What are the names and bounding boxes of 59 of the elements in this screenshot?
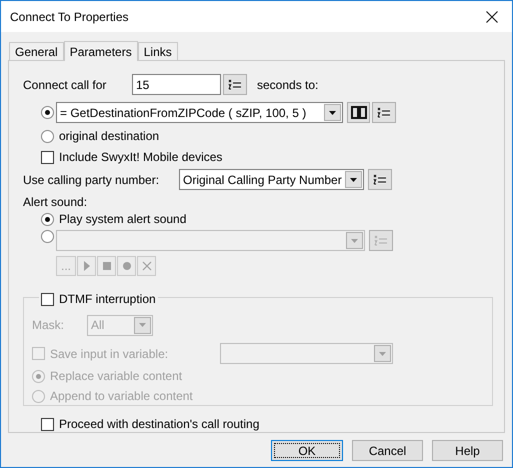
tab[interactable]: Links	[138, 42, 178, 60]
caret-icon	[329, 110, 336, 114]
record-icon	[122, 261, 132, 271]
radio-label: Play system alert sound	[59, 213, 186, 226]
tab[interactable]: Parameters	[64, 41, 138, 61]
dialog-button[interactable]: Cancel	[352, 440, 423, 461]
dropdown-button[interactable]	[324, 104, 341, 121]
radio-button[interactable]	[32, 390, 45, 402]
close-icon	[486, 10, 498, 22]
radio-button[interactable]	[32, 370, 45, 382]
section-label: Alert sound:	[23, 194, 88, 211]
record-button[interactable]	[117, 256, 136, 276]
delete-icon	[142, 261, 152, 271]
list-icon	[374, 234, 388, 246]
caret-icon	[379, 352, 386, 356]
radio-label: Append to variable content	[50, 388, 193, 405]
radio-button[interactable]	[41, 130, 54, 142]
caret-icon	[139, 323, 146, 327]
checkbox-label: Include SwyxIt! Mobile devices	[59, 149, 222, 166]
dialog-button[interactable]: Help	[432, 440, 503, 461]
variable-combo[interactable]	[220, 343, 393, 364]
radio-button[interactable]	[41, 230, 54, 243]
caret-icon	[350, 178, 357, 182]
seconds-field[interactable]: 15	[132, 74, 221, 95]
radio-button[interactable]	[41, 106, 54, 119]
address-book-button[interactable]	[347, 102, 370, 123]
radio-label: Replace variable content	[50, 368, 182, 385]
checkbox-label: Save input in variable:	[50, 346, 170, 362]
checkbox[interactable]	[41, 150, 54, 164]
window-title: Connect To Properties	[10, 8, 129, 26]
field-label: Connect call for	[23, 76, 108, 94]
tab[interactable]: General	[9, 42, 64, 60]
checkbox[interactable]	[32, 347, 45, 360]
delete-button[interactable]	[137, 256, 156, 276]
dialog-button[interactable]: OK	[271, 440, 343, 461]
caret-icon	[351, 238, 358, 242]
destination-combo[interactable]: = GetDestinationFromZIPCode ( sZIP, 100, 5 )	[56, 102, 343, 123]
variable-button[interactable]	[368, 169, 392, 190]
calling-party-combo[interactable]: Original Calling Party Number	[179, 169, 364, 190]
radio-label: original destination	[59, 128, 160, 145]
book-icon	[350, 106, 366, 119]
play-button[interactable]	[77, 256, 96, 276]
play-icon	[82, 261, 92, 271]
checkbox-label: Proceed with destination's call routing	[59, 416, 260, 433]
dropdown-button[interactable]	[345, 171, 362, 188]
field-label: Use calling party number:	[23, 172, 160, 188]
checkbox-label: DTMF interruption	[59, 291, 156, 308]
field-label: seconds to:	[257, 76, 318, 94]
stop-button[interactable]	[97, 256, 116, 276]
radio-button[interactable]	[41, 213, 54, 226]
checkbox[interactable]	[41, 418, 54, 430]
variable-button[interactable]	[372, 102, 396, 123]
variable-button[interactable]	[223, 74, 247, 95]
list-icon	[228, 78, 242, 90]
field-label: Mask:	[32, 317, 66, 334]
checkbox[interactable]	[41, 292, 54, 306]
list-icon	[373, 174, 387, 186]
list-icon	[377, 106, 391, 118]
stop-icon	[102, 261, 112, 271]
